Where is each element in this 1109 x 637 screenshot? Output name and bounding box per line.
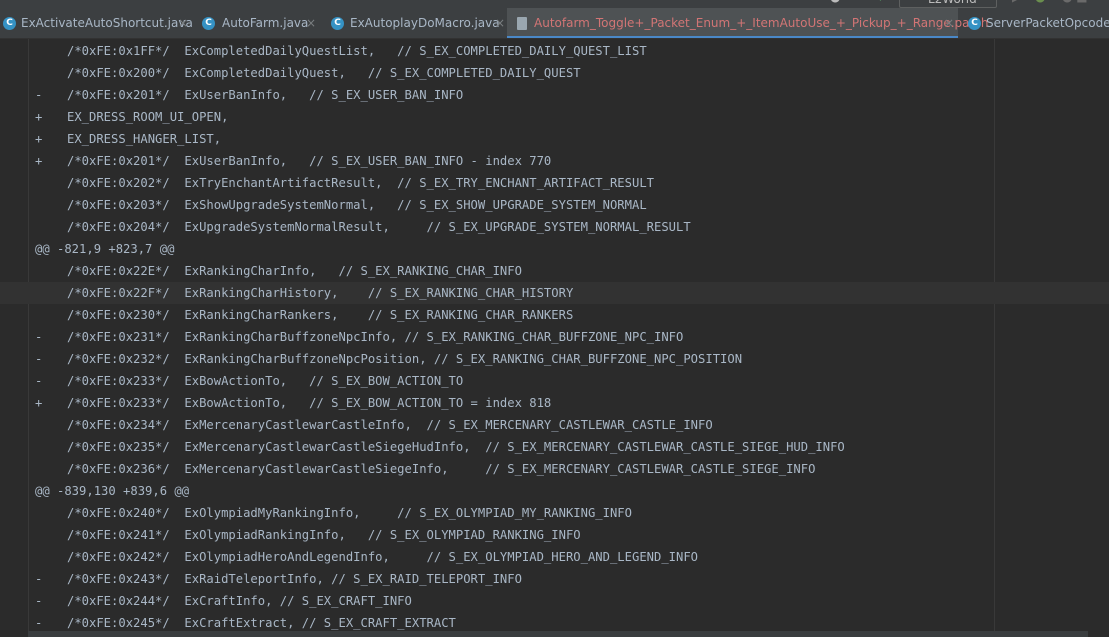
diff-marker: - [35, 374, 43, 388]
tab-label: ExActivateAutoShortcut.java [21, 16, 193, 30]
code-text: /*0xFE:0x240*/ ExOlympiadMyRankingInfo, … [67, 506, 632, 520]
code-text: /*0xFE:0x230*/ ExRankingCharRankers, // … [67, 308, 574, 322]
code-line[interactable]: /*0xFE:0x203*/ ExShowUpgradeSystemNormal… [0, 194, 1109, 216]
java-class-icon: C [331, 17, 344, 30]
close-icon[interactable]: × [944, 8, 954, 38]
user-icon[interactable]: ● [830, 0, 844, 8]
tab-autofarm[interactable]: C AutoFarm.java × [192, 8, 320, 38]
run-icon[interactable]: ▶ [1012, 0, 1022, 8]
code-line[interactable]: /*0xFE:0x235*/ ExMercenaryCastlewarCastl… [0, 436, 1109, 458]
code-text: /*0xFE:0x244*/ ExCraftInfo, // S_EX_CRAF… [67, 594, 412, 608]
code-text: /*0xFE:0x232*/ ExRankingCharBuffzoneNpcP… [67, 352, 743, 366]
code-text: /*0xFE:0x233*/ ExBowActionTo, // S_EX_BO… [67, 374, 464, 388]
code-line[interactable]: + EX_DRESS_HANGER_LIST, [0, 128, 1109, 150]
ide-window: ● ↗ L2World ▶ ● ● ■ C ExActivateAutoShor… [0, 0, 1109, 637]
code-text: /*0xFE:0x203*/ ExShowUpgradeSystemNormal… [67, 198, 647, 212]
code-line[interactable]: /*0xFE:0x230*/ ExRankingCharRankers, // … [0, 304, 1109, 326]
code-line[interactable]: /*0xFE:0x204*/ ExUpgradeSystemNormalResu… [0, 216, 1109, 238]
code-line[interactable]: /*0xFE:0x242*/ ExOlympiadHeroAndLegendIn… [0, 546, 1109, 568]
tab-label: AutoFarm.java [222, 16, 309, 30]
code-text: /*0xFE:0x231*/ ExRankingCharBuffzoneNpcI… [67, 330, 684, 344]
patch-file-icon [517, 17, 527, 30]
tab-label: Autofarm_Toggle+_Packet_Enum_+_ItemAutoU… [534, 16, 989, 30]
diff-marker: + [35, 396, 43, 410]
build-icon[interactable]: ↗ [878, 0, 888, 8]
code-text: /*0xFE:0x22F*/ ExRankingCharHistory, // … [67, 286, 574, 300]
java-class-icon: C [202, 17, 215, 30]
diff-hunk-header[interactable]: @@ -821,9 +823,7 @@ [0, 238, 1109, 260]
code-line[interactable]: /*0xFE:0x234*/ ExMercenaryCastlewarCastl… [0, 414, 1109, 436]
diff-marker: + [35, 110, 43, 124]
code-text: @@ -839,130 +839,6 @@ [35, 484, 190, 498]
tab-label: ServerPacketOpcodes.ja [986, 16, 1109, 30]
diff-marker: - [35, 594, 43, 608]
code-text: /*0xFE:0x201*/ ExUserBanInfo, // S_EX_US… [67, 88, 464, 102]
tab-exactivateautoshortcut[interactable]: C ExActivateAutoShortcut.java × [0, 8, 193, 38]
diff-marker: + [35, 132, 43, 146]
code-line[interactable]: /*0xFE:0x1FF*/ ExCompletedDailyQuestList… [0, 40, 1109, 62]
code-line[interactable]: - /*0xFE:0x231*/ ExRankingCharBuffzoneNpc… [0, 326, 1109, 348]
code-line[interactable]: /*0xFE:0x241*/ ExOlympiadRankingInfo, //… [0, 524, 1109, 546]
code-line[interactable]: /*0xFE:0x200*/ ExCompletedDailyQuest, //… [0, 62, 1109, 84]
code-text: /*0xFE:0x234*/ ExMercenaryCastlewarCastl… [67, 418, 713, 432]
top-toolbar: ● ↗ L2World ▶ ● ● ■ [0, 0, 1109, 8]
tab-serverpacketopcodes[interactable]: C ServerPacketOpcodes.ja [958, 8, 1109, 38]
tab-exautoplaydomacro[interactable]: C ExAutoplayDoMacro.java × [320, 8, 507, 38]
code-line[interactable]: /*0xFE:0x22F*/ ExRankingCharHistory, // … [0, 282, 1109, 304]
code-line[interactable]: - /*0xFE:0x232*/ ExRankingCharBuffzoneNpc… [0, 348, 1109, 370]
code-line[interactable]: - /*0xFE:0x244*/ ExCraftInfo, // S_EX_CRA… [0, 590, 1109, 612]
code-text: /*0xFE:0x233*/ ExBowActionTo, // S_EX_BO… [67, 396, 552, 410]
code-line[interactable]: - /*0xFE:0x201*/ ExUserBanInfo, // S_EX_U… [0, 84, 1109, 106]
code-text: /*0xFE:0x1FF*/ ExCompletedDailyQuestList… [67, 44, 647, 58]
code-text: EX_DRESS_HANGER_LIST, [67, 132, 222, 146]
code-text: /*0xFE:0x202*/ ExTryEnchantArtifactResul… [67, 176, 654, 190]
more-actions-icon[interactable]: ● ■ [1062, 0, 1102, 8]
code-editor[interactable]: /*0xFE:0x1FF*/ ExCompletedDailyQuestList… [0, 39, 1109, 637]
code-line[interactable]: - /*0xFE:0x233*/ ExBowActionTo, // S_EX_B… [0, 370, 1109, 392]
code-line[interactable]: + /*0xFE:0x201*/ ExUserBanInfo, // S_EX_U… [0, 150, 1109, 172]
code-line[interactable]: /*0xFE:0x236*/ ExMercenaryCastlewarCastl… [0, 458, 1109, 480]
code-line[interactable]: - /*0xFE:0x243*/ ExRaidTeleportInfo, // S… [0, 568, 1109, 590]
tab-autofarm-patch[interactable]: Autofarm_Toggle+_Packet_Enum_+_ItemAutoU… [507, 8, 988, 38]
code-text: /*0xFE:0x241*/ ExOlympiadRankingInfo, //… [67, 528, 581, 542]
code-line[interactable]: /*0xFE:0x22E*/ ExRankingCharInfo, // S_E… [0, 260, 1109, 282]
diff-marker: - [35, 88, 43, 102]
diff-marker: + [35, 154, 43, 168]
code-text: /*0xFE:0x235*/ ExMercenaryCastlewarCastl… [67, 440, 845, 454]
close-icon[interactable]: × [178, 8, 188, 38]
code-line[interactable]: + EX_DRESS_ROOM_UI_OPEN, [0, 106, 1109, 128]
debug-icon[interactable]: ● [1035, 0, 1047, 8]
diff-hunk-header[interactable]: @@ -839,130 +839,6 @@ [0, 480, 1109, 502]
code-text: /*0xFE:0x236*/ ExMercenaryCastlewarCastl… [67, 462, 816, 476]
java-class-icon: C [3, 17, 16, 30]
code-text: EX_DRESS_ROOM_UI_OPEN, [67, 110, 229, 124]
run-configuration-select[interactable]: L2World [899, 0, 997, 8]
code-text: /*0xFE:0x200*/ ExCompletedDailyQuest, //… [67, 66, 581, 80]
diff-marker: - [35, 330, 43, 344]
diff-marker: - [35, 572, 43, 586]
code-line[interactable]: + /*0xFE:0x233*/ ExBowActionTo, // S_EX_B… [0, 392, 1109, 414]
horizontal-scrollbar[interactable] [28, 631, 1088, 637]
code-line[interactable]: /*0xFE:0x202*/ ExTryEnchantArtifactResul… [0, 172, 1109, 194]
code-text: /*0xFE:0x204*/ ExUpgradeSystemNormalResu… [67, 220, 691, 234]
diff-marker: - [35, 352, 43, 366]
code-text: /*0xFE:0x243*/ ExRaidTeleportInfo, // S_… [67, 572, 522, 586]
close-icon[interactable]: × [306, 8, 316, 38]
code-text: /*0xFE:0x242*/ ExOlympiadHeroAndLegendIn… [67, 550, 699, 564]
code-line[interactable]: /*0xFE:0x240*/ ExOlympiadMyRankingInfo, … [0, 502, 1109, 524]
java-class-icon: C [968, 17, 981, 30]
editor-tab-bar: C ExActivateAutoShortcut.java × C AutoFa… [0, 8, 1109, 39]
close-icon[interactable]: × [495, 8, 505, 38]
code-text: /*0xFE:0x22E*/ ExRankingCharInfo, // S_E… [67, 264, 522, 278]
code-text: /*0xFE:0x201*/ ExUserBanInfo, // S_EX_US… [67, 154, 552, 168]
tab-label: ExAutoplayDoMacro.java [350, 16, 500, 30]
code-text: @@ -821,9 +823,7 @@ [35, 242, 175, 256]
